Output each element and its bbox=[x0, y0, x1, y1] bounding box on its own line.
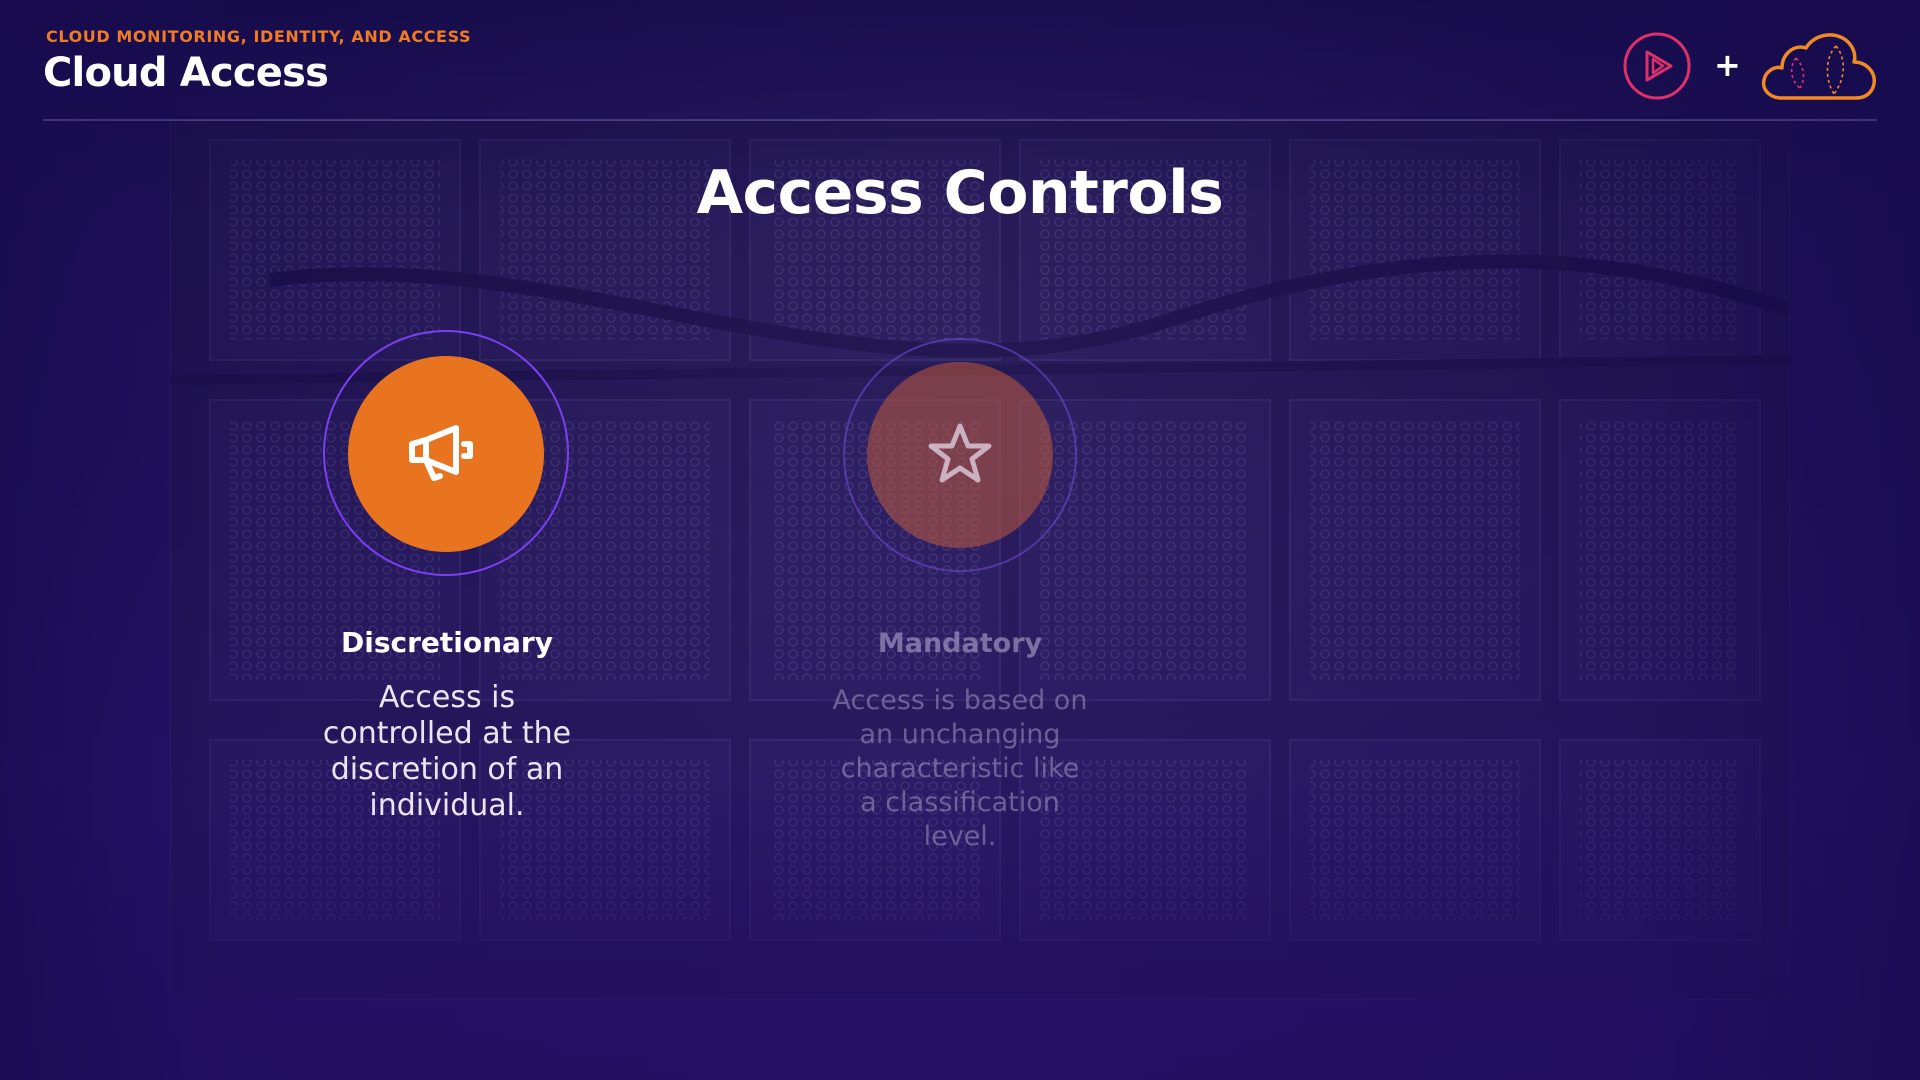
icon-disc bbox=[348, 356, 544, 552]
card-description: Access is based on an unchanging charact… bbox=[832, 685, 1088, 852]
star-icon bbox=[928, 423, 992, 483]
card-heading: Mandatory bbox=[877, 628, 1043, 659]
card-discretionary: Discretionary Access is controlled at th… bbox=[267, 0, 627, 1080]
cloud-logo-icon bbox=[1761, 33, 1876, 100]
slide: CLOUD MONITORING, IDENTITY, AND ACCESS C… bbox=[0, 0, 1920, 1080]
icon-disc bbox=[867, 362, 1053, 548]
play-logo-icon bbox=[1623, 32, 1691, 100]
card-description: Access is controlled at the discretion o… bbox=[322, 680, 572, 823]
card-mandatory: Mandatory Access is based on an unchangi… bbox=[780, 0, 1140, 1080]
plus-icon: + bbox=[1714, 46, 1741, 84]
card-heading: Discretionary bbox=[340, 626, 553, 659]
megaphone-icon bbox=[409, 425, 473, 481]
